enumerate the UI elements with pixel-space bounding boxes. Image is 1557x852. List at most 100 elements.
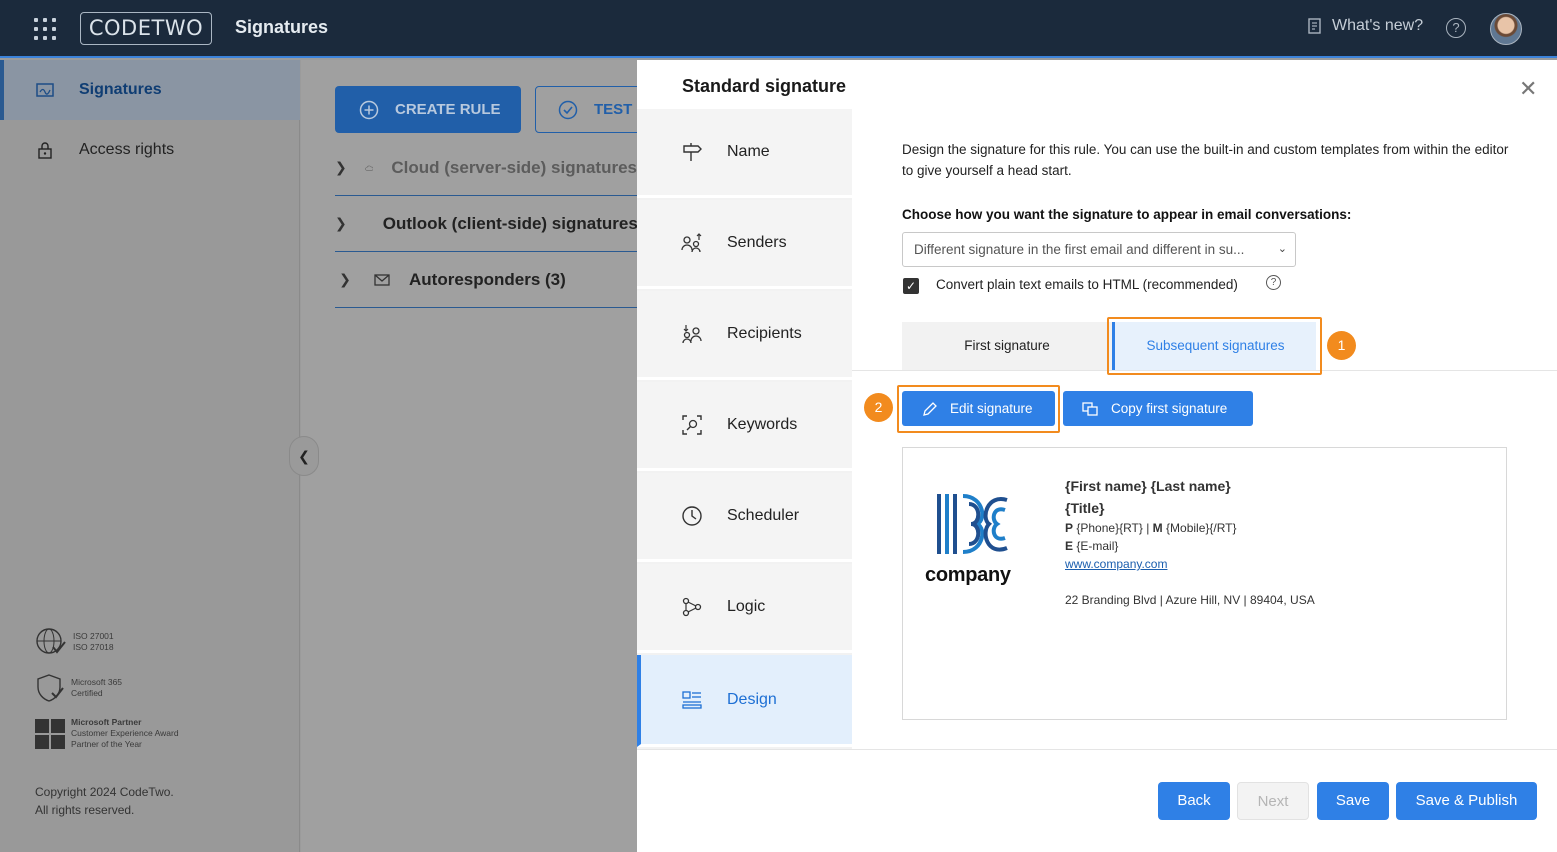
app-title: Signatures — [235, 17, 329, 37]
highlight-box-2 — [897, 385, 1060, 433]
step-name[interactable]: Name — [637, 109, 852, 198]
choose-label: Choose how you want the signature to app… — [902, 207, 1352, 222]
step-design[interactable]: Design — [637, 655, 852, 747]
sig-email: E {E-mail} — [1065, 537, 1315, 555]
copyright: Copyright 2024 CodeTwo. All rights reser… — [35, 783, 174, 819]
cert-m365: Microsoft 365 Certified — [35, 673, 122, 703]
design-description: Design the signature for this rule. You … — [902, 142, 1509, 178]
rule-group-label: Outlook (client-side) signatures — [382, 213, 637, 233]
step-keywords[interactable]: Keywords — [637, 382, 852, 471]
step-badge-1: 1 — [1327, 331, 1356, 360]
mobile-label: M — [1152, 521, 1163, 535]
copy-first-signature-button[interactable]: Copy first signature — [1063, 391, 1253, 426]
sig-title: {Title} — [1065, 500, 1105, 516]
chevron-down-icon: ⌄ — [1277, 243, 1287, 255]
cert-line: Partner of the Year — [71, 739, 142, 749]
step-label: Logic — [727, 598, 766, 615]
step-badge-2: 2 — [864, 393, 893, 422]
keywords-icon — [682, 415, 702, 435]
signatures-icon — [36, 83, 54, 97]
mail-icon — [374, 273, 390, 286]
app-launcher-icon[interactable] — [34, 18, 56, 40]
senders-icon — [681, 233, 702, 253]
signature-rule-panel: Standard signature ✕ Name Senders Recipi… — [637, 60, 1557, 852]
mobile-value: {Mobile}{/RT} — [1166, 521, 1237, 535]
cert-line: Microsoft Partner — [71, 717, 142, 727]
signature-mode-select[interactable]: Different signature in the first email a… — [902, 232, 1296, 267]
next-button[interactable]: Next — [1237, 782, 1309, 820]
email-label: E — [1065, 539, 1074, 553]
step-label: Keywords — [727, 416, 798, 433]
design-icon — [682, 690, 702, 709]
tab-first-signature[interactable]: First signature — [902, 322, 1112, 370]
step-label: Design — [727, 690, 777, 708]
cert-line: ISO 27018 — [73, 642, 114, 652]
cert-line: ISO 27001 — [73, 631, 114, 641]
panel-footer: Back Next Save Save & Publish — [637, 749, 1557, 852]
nav-item-label: Access rights — [79, 141, 175, 158]
nav-item-signatures[interactable]: Signatures — [0, 60, 300, 120]
lock-icon — [38, 142, 52, 159]
rule-group-outlook[interactable]: ❯ Outlook (client-side) signatures — [335, 196, 637, 252]
design-step-content: Design the signature for this rule. You … — [852, 109, 1557, 749]
cert-line: Microsoft 365 — [71, 677, 123, 687]
rule-group-cloud[interactable]: ❯ Cloud (server-side) signatures — [335, 140, 637, 196]
email-value: {E-mail} — [1076, 539, 1119, 553]
convert-html-label: Convert plain text emails to HTML (recom… — [936, 277, 1238, 292]
copy-first-signature-label: Copy first signature — [1111, 401, 1228, 416]
clock-icon — [682, 506, 702, 526]
plus-circle-icon — [359, 100, 379, 119]
globe-check-icon — [36, 628, 66, 654]
help-icon[interactable]: ? — [1446, 18, 1466, 38]
copy-icon — [1082, 401, 1098, 416]
sig-address: 22 Branding Blvd | Azure Hill, NV | 8940… — [1065, 593, 1315, 607]
shield-check-icon — [37, 674, 64, 702]
select-value: Different signature in the first email a… — [914, 242, 1245, 257]
save-publish-button[interactable]: Save & Publish — [1396, 782, 1537, 820]
step-label: Scheduler — [727, 507, 800, 524]
sig-website-link[interactable]: www.company.com — [1065, 555, 1315, 573]
cert-iso: ISO 27001 ISO 27018 — [35, 627, 114, 657]
nav-item-access-rights[interactable]: Access rights — [0, 120, 300, 180]
codetwo-logo[interactable]: CODETWO — [80, 12, 212, 45]
wizard-steps: Name Senders Recipients Keywords Schedul… — [637, 109, 852, 749]
step-scheduler[interactable]: Scheduler — [637, 473, 852, 562]
back-button[interactable]: Back — [1158, 782, 1230, 820]
close-icon[interactable]: ✕ — [1519, 76, 1537, 102]
help-icon[interactable]: ? — [1266, 275, 1281, 290]
signature-preview: company {First name} {Last name} {Title}… — [902, 447, 1507, 720]
whats-new-link[interactable]: What's new? — [1306, 17, 1423, 35]
chevron-right-icon: ❯ — [339, 271, 351, 287]
left-navigation: Signatures Access rights ISO 27001 ISO 27… — [0, 60, 300, 852]
rule-group-label: Autoresponders (3) — [409, 269, 566, 289]
sig-phones: P {Phone}{RT} | M {Mobile}{/RT} — [1065, 521, 1237, 535]
phone-label: P — [1065, 521, 1074, 535]
step-label: Recipients — [727, 325, 802, 342]
user-avatar[interactable] — [1490, 13, 1522, 45]
save-button[interactable]: Save — [1317, 782, 1389, 820]
create-rule-button[interactable]: CREATE RULE — [335, 86, 521, 133]
recipients-icon — [682, 325, 702, 344]
step-logic[interactable]: Logic — [637, 564, 852, 653]
nav-item-label: Signatures — [79, 81, 162, 98]
signature-text: {First name} {Last name} {Title} P {Phon… — [1065, 475, 1315, 609]
logic-icon — [682, 597, 702, 617]
microsoft-logo-icon — [35, 718, 65, 749]
rule-group-autoresponders[interactable]: ❯ Autoresponders (3) — [335, 252, 637, 308]
test-label: TEST — [594, 101, 633, 118]
test-button[interactable]: TEST — [535, 86, 645, 133]
sig-name: {First name} {Last name} — [1065, 478, 1231, 494]
whats-new-label: What's new? — [1332, 17, 1424, 34]
collapse-nav-button[interactable]: ❮ — [289, 436, 319, 476]
convert-html-checkbox[interactable]: ✓ — [903, 278, 919, 294]
company-wordmark: company — [925, 564, 1011, 586]
cloud-icon — [364, 165, 374, 171]
signpost-icon — [683, 143, 702, 161]
cert-microsoft-partner: Microsoft Partner Customer Experience Awa… — [35, 717, 179, 750]
cert-line: Certified — [71, 688, 103, 698]
step-recipients[interactable]: Recipients — [637, 291, 852, 380]
create-rule-label: CREATE RULE — [395, 101, 501, 118]
highlight-box-1 — [1107, 317, 1322, 375]
rule-group-label: Cloud (server-side) signatures — [391, 157, 637, 177]
step-senders[interactable]: Senders — [637, 200, 852, 289]
